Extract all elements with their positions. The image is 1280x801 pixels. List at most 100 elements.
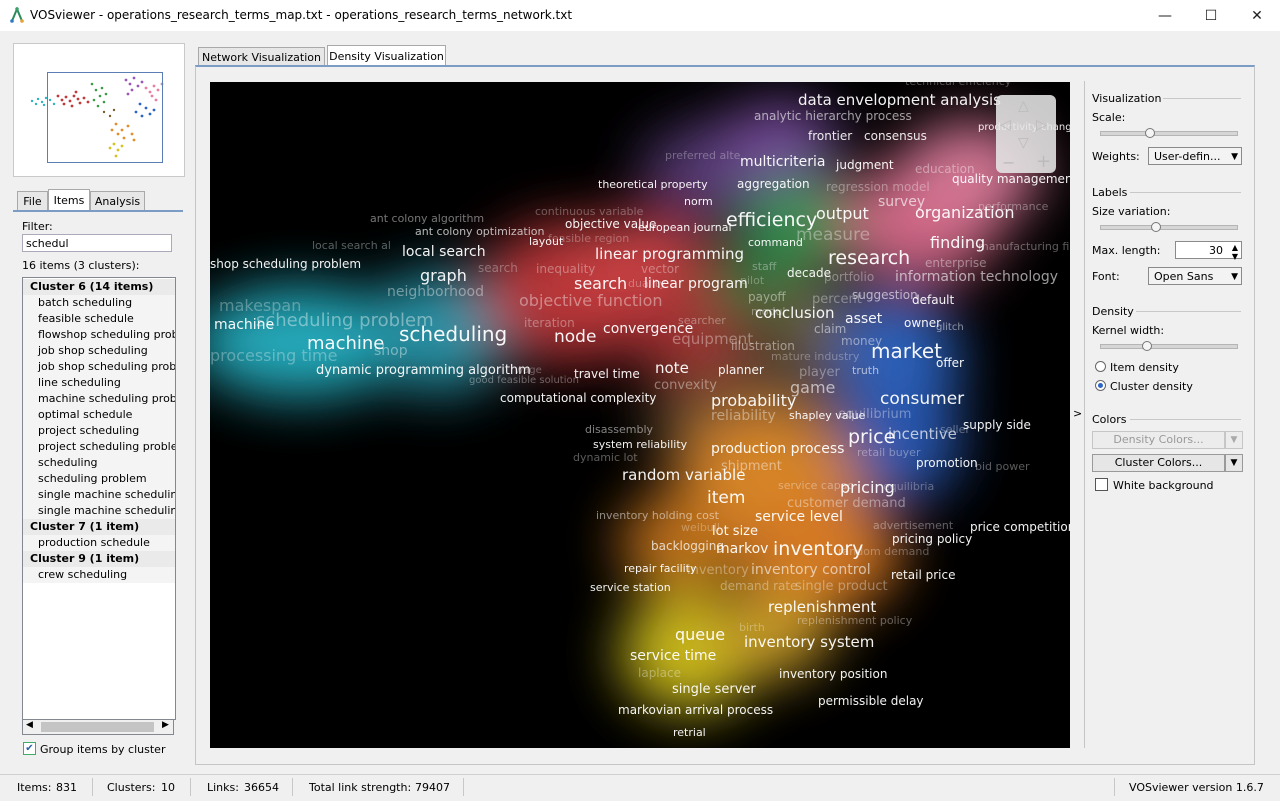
pan-left-icon[interactable]: ◁: [1000, 117, 1011, 133]
scroll-right-icon[interactable]: ▶: [162, 720, 169, 730]
map-term-label[interactable]: data envelopment analysis: [798, 91, 1001, 109]
max-length-spinner[interactable]: 30 ▲ ▼: [1175, 241, 1242, 261]
map-term-label[interactable]: advertisement: [873, 519, 953, 532]
pan-up-icon[interactable]: △: [1018, 98, 1029, 114]
map-term-label[interactable]: inventory control: [751, 562, 871, 578]
map-term-label[interactable]: node: [554, 327, 596, 347]
map-term-label[interactable]: price: [848, 426, 895, 448]
tab-analysis[interactable]: Analysis: [90, 191, 145, 211]
tab-network-visualization[interactable]: Network Visualization: [198, 47, 325, 66]
map-term-label[interactable]: inventory system: [744, 633, 874, 651]
map-term-label[interactable]: organization: [915, 203, 1014, 222]
tab-file[interactable]: File: [17, 191, 48, 211]
map-term-label[interactable]: machine: [214, 317, 274, 333]
zoom-in-icon[interactable]: +: [1036, 151, 1051, 172]
font-dropdown[interactable]: Open Sans ▼: [1148, 267, 1242, 285]
tab-density-visualization[interactable]: Density Visualization: [327, 45, 446, 66]
map-term-label[interactable]: laplace: [638, 666, 681, 680]
map-term-label[interactable]: linear program: [644, 276, 748, 292]
map-term-label[interactable]: ant colony optimization: [415, 225, 545, 238]
map-term-label[interactable]: retail buyer: [857, 446, 920, 459]
map-term-label[interactable]: probability: [711, 391, 796, 410]
cluster-density-radio[interactable]: [1095, 380, 1106, 391]
map-term-label[interactable]: vector: [641, 262, 679, 276]
map-term-label[interactable]: regression model: [826, 180, 930, 194]
map-term-label[interactable]: game: [790, 378, 835, 397]
list-item[interactable]: scheduling: [23, 455, 175, 471]
map-term-label[interactable]: supply side: [963, 418, 1031, 432]
map-term-label[interactable]: information technology: [895, 269, 1058, 285]
map-term-label[interactable]: asset: [845, 311, 882, 327]
list-item[interactable]: single machine scheduling: [23, 487, 175, 503]
map-term-label[interactable]: replenishment: [768, 598, 876, 616]
map-term-label[interactable]: shop: [374, 343, 408, 359]
map-term-label[interactable]: system reliability: [593, 438, 687, 451]
map-term-label[interactable]: wage: [515, 365, 542, 376]
map-term-label[interactable]: disassembly: [585, 423, 653, 436]
list-item[interactable]: line scheduling: [23, 375, 175, 391]
map-term-label[interactable]: markovian arrival process: [618, 703, 773, 717]
scroll-thumb[interactable]: [41, 722, 154, 732]
map-term-label[interactable]: market: [871, 339, 942, 363]
map-term-label[interactable]: theoretical property: [598, 178, 708, 191]
map-term-label[interactable]: item: [707, 488, 745, 508]
map-term-label[interactable]: portfolio: [824, 270, 874, 284]
list-item[interactable]: optimal schedule: [23, 407, 175, 423]
map-term-label[interactable]: backlogging: [651, 539, 724, 553]
map-term-label[interactable]: travel time: [574, 367, 640, 381]
map-term-label[interactable]: pilot: [740, 274, 764, 287]
map-term-label[interactable]: payoff: [748, 290, 786, 304]
map-term-label[interactable]: measure: [796, 225, 870, 245]
map-term-label[interactable]: quality management: [952, 172, 1070, 186]
map-term-label[interactable]: objective function: [519, 291, 663, 310]
map-term-label[interactable]: lot size: [712, 524, 758, 539]
map-term-label[interactable]: bid power: [975, 460, 1030, 473]
map-term-label[interactable]: staff: [752, 260, 776, 273]
group-by-cluster-checkbox[interactable]: ✔: [23, 742, 36, 755]
pan-right-icon[interactable]: ▷: [1036, 117, 1047, 133]
map-term-label[interactable]: ant colony algorithm: [370, 212, 484, 225]
map-term-label[interactable]: layout: [529, 235, 563, 248]
white-background-checkbox[interactable]: [1095, 478, 1108, 491]
weights-dropdown[interactable]: User-defin... ▼: [1148, 147, 1242, 165]
map-term-label[interactable]: demand rate: [720, 579, 797, 593]
scale-slider-track[interactable]: [1100, 131, 1238, 136]
kernel-width-slider-track[interactable]: [1100, 344, 1238, 349]
map-term-label[interactable]: retail price: [891, 568, 955, 582]
minimize-button[interactable]: —: [1142, 0, 1188, 31]
map-term-label[interactable]: single server: [672, 682, 756, 697]
map-term-label[interactable]: service time: [630, 648, 716, 664]
map-term-label[interactable]: replenishment policy: [797, 614, 912, 627]
map-term-label[interactable]: note: [655, 359, 689, 377]
list-item[interactable]: crew scheduling: [23, 567, 175, 583]
cluster-header[interactable]: Cluster 6 (14 items): [23, 279, 175, 295]
map-term-label[interactable]: analytic hierarchy process: [754, 109, 912, 123]
map-term-label[interactable]: command: [748, 236, 803, 249]
item-density-radio[interactable]: [1095, 361, 1106, 372]
map-term-label[interactable]: norm: [684, 195, 713, 208]
map-term-label[interactable]: local search: [402, 244, 486, 260]
map-term-label[interactable]: technical efficiency: [905, 82, 1011, 88]
list-item[interactable]: single machine scheduling: [23, 503, 175, 519]
map-term-label[interactable]: default: [912, 293, 954, 307]
zoom-out-icon[interactable]: −: [1002, 153, 1015, 172]
map-term-label[interactable]: equilibrium: [838, 407, 911, 422]
map-term-label[interactable]: pricing policy: [892, 532, 972, 546]
map-term-label[interactable]: suggestion: [852, 288, 918, 302]
map-term-label[interactable]: aggregation: [737, 177, 810, 191]
map-term-label[interactable]: production process: [711, 441, 844, 457]
map-term-label[interactable]: markov: [716, 541, 768, 557]
map-term-label[interactable]: mature industry: [771, 350, 859, 363]
map-term-label[interactable]: finding: [930, 233, 985, 252]
list-item[interactable]: machine scheduling proble: [23, 391, 175, 407]
map-term-label[interactable]: retrial: [673, 726, 706, 739]
map-term-label[interactable]: inventory: [687, 563, 749, 578]
density-map-canvas[interactable]: data envelopment analysis technical effic…: [210, 82, 1070, 748]
map-term-label[interactable]: price competition: [970, 520, 1070, 534]
list-item[interactable]: job shop scheduling: [23, 343, 175, 359]
map-term-label[interactable]: linear programming: [595, 245, 744, 263]
map-term-label[interactable]: research: [828, 247, 910, 269]
cluster-header[interactable]: Cluster 7 (1 item): [23, 519, 175, 535]
scale-slider-thumb[interactable]: [1144, 128, 1155, 138]
cluster-colors-chevron-down-icon[interactable]: ▼: [1225, 454, 1243, 472]
